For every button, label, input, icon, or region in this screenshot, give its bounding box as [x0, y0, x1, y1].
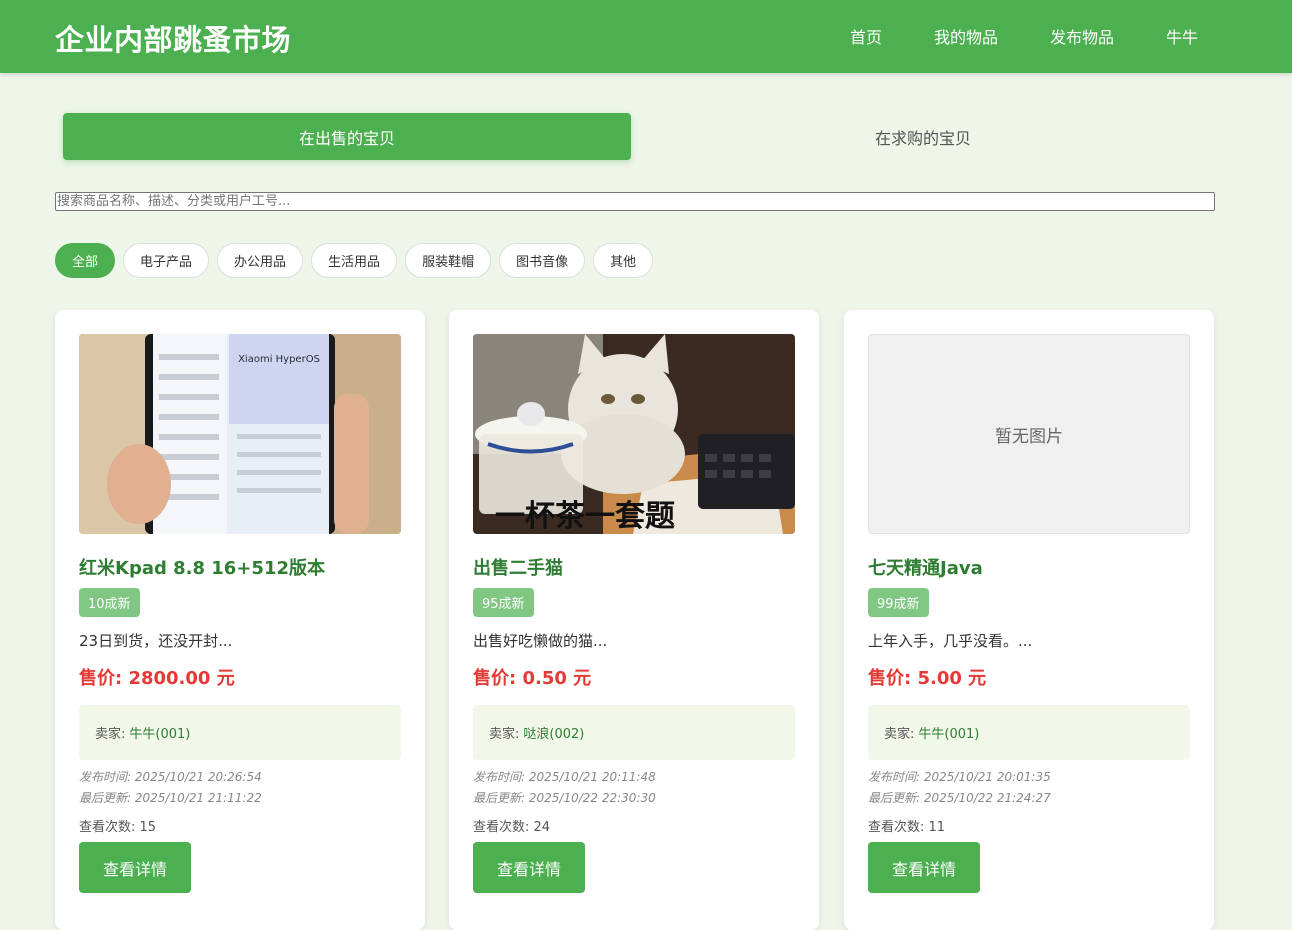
listing-tabs: 在出售的宝贝 在求购的宝贝	[55, 105, 1215, 167]
top-navbar: 企业内部跳蚤市场 首页 我的物品 发布物品 牛牛	[0, 0, 1292, 73]
seller-info: 卖家: 牛牛(001)	[868, 705, 1190, 760]
product-description: 出售好吃懒做的猫...	[473, 632, 608, 650]
product-card: 暂无图片 七天精通Java 99成新 上年入手，几乎没看。... 售价: 5.0…	[844, 310, 1214, 930]
product-title[interactable]: 七天精通Java	[868, 554, 983, 580]
product-price: 售价: 5.00 元	[868, 668, 987, 689]
category-filter: 全部 电子产品 办公用品 生活用品 服装鞋帽 图书音像 其他	[55, 243, 661, 278]
seller-label: 卖家:	[489, 727, 520, 742]
product-card: Xiaomi HyperOS 红米Kpad 8.8 16+512版本 10成新 …	[55, 310, 425, 930]
product-price: 售价: 0.50 元	[473, 668, 592, 689]
view-detail-button[interactable]: 查看详情	[79, 842, 191, 893]
condition-badge: 10成新	[79, 588, 140, 617]
product-description: 23日到货，还没开封...	[79, 632, 233, 650]
nav-publish-link[interactable]: 发布物品	[1050, 24, 1114, 48]
publish-time: 发布时间: 2025/10/21 20:01:35	[868, 770, 1051, 784]
seller-info: 卖家: 牛牛(001)	[79, 705, 401, 760]
seller-name: 牛牛(001)	[129, 727, 191, 742]
image-caption: 一杯茶一套题	[495, 499, 675, 534]
product-description: 上年入手，几乎没看。...	[868, 632, 1033, 650]
seller-name: 牛牛(001)	[918, 727, 980, 742]
category-clothing[interactable]: 服装鞋帽	[405, 243, 492, 278]
category-other[interactable]: 其他	[593, 243, 654, 278]
nav-home-link[interactable]: 首页	[850, 24, 882, 48]
update-time: 最后更新: 2025/10/22 22:30:30	[473, 791, 656, 805]
tab-selling[interactable]: 在出售的宝贝	[63, 113, 631, 160]
tab-wanted[interactable]: 在求购的宝贝	[639, 113, 1207, 160]
view-detail-button[interactable]: 查看详情	[868, 842, 980, 893]
category-all[interactable]: 全部	[55, 243, 116, 278]
product-card: 一杯茶一套题 出售二手猫 95成新 出售好吃懒做的猫... 售价: 0.50 元…	[449, 310, 819, 930]
site-title: 企业内部跳蚤市场	[55, 23, 292, 57]
category-books[interactable]: 图书音像	[499, 243, 586, 278]
view-detail-button[interactable]: 查看详情	[473, 842, 585, 893]
seller-info: 卖家: 哒浪(002)	[473, 705, 795, 760]
seller-label: 卖家:	[95, 727, 126, 742]
seller-label: 卖家:	[884, 727, 915, 742]
publish-time: 发布时间: 2025/10/21 20:26:54	[79, 770, 262, 784]
product-price: 售价: 2800.00 元	[79, 668, 235, 689]
view-count: 查看次数: 11	[868, 820, 946, 835]
update-time: 最后更新: 2025/10/22 21:24:27	[868, 791, 1051, 805]
nav-my-items-link[interactable]: 我的物品	[934, 24, 998, 48]
product-title[interactable]: 出售二手猫	[473, 554, 563, 580]
main-nav: 首页 我的物品 发布物品 牛牛	[798, 24, 1198, 48]
image-caption: Xiaomi HyperOS	[238, 354, 320, 365]
product-title[interactable]: 红米Kpad 8.8 16+512版本	[79, 554, 325, 580]
category-daily[interactable]: 生活用品	[311, 243, 398, 278]
view-count: 查看次数: 15	[79, 820, 157, 835]
product-image[interactable]: Xiaomi HyperOS	[79, 334, 401, 534]
category-electronics[interactable]: 电子产品	[123, 243, 210, 278]
publish-time: 发布时间: 2025/10/21 20:11:48	[473, 770, 656, 784]
seller-name: 哒浪(002)	[523, 727, 585, 742]
view-count: 查看次数: 24	[473, 820, 551, 835]
nav-user-link[interactable]: 牛牛	[1166, 24, 1198, 48]
condition-badge: 99成新	[868, 588, 929, 617]
product-image[interactable]: 一杯茶一套题	[473, 334, 795, 534]
condition-badge: 95成新	[473, 588, 534, 617]
category-office[interactable]: 办公用品	[217, 243, 304, 278]
update-time: 最后更新: 2025/10/21 21:11:22	[79, 791, 262, 805]
search-input[interactable]	[55, 192, 1215, 211]
no-image-placeholder[interactable]: 暂无图片	[868, 334, 1190, 534]
